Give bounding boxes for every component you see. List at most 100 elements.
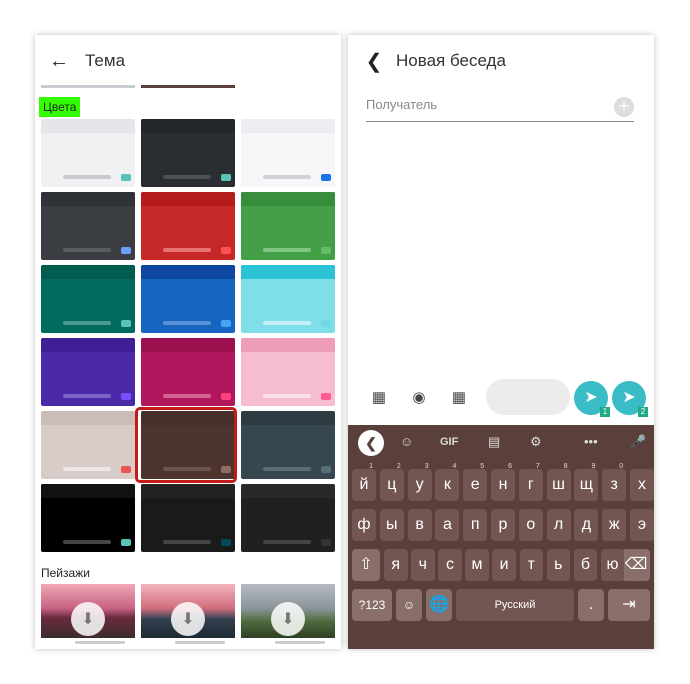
theme-color-tile[interactable] [41, 484, 135, 552]
tile-header [141, 119, 235, 133]
key-letter[interactable]: ц2 [379, 463, 404, 501]
key-letter[interactable]: э [630, 509, 654, 541]
tile-action-key [321, 174, 331, 181]
enter-key[interactable]: ⇥ [608, 589, 650, 621]
back-arrow-icon[interactable]: ← [49, 50, 69, 72]
theme-color-tile[interactable] [241, 265, 335, 333]
download-icon[interactable]: ⬇ [171, 602, 205, 636]
key-letter[interactable]: ь [546, 549, 571, 581]
key-letter[interactable]: б [573, 549, 598, 581]
keyboard-row-2: фывапролджэ [348, 509, 654, 543]
key-letter[interactable]: ы [379, 509, 404, 541]
tile-space-bar [263, 321, 311, 325]
theme-color-tile[interactable] [41, 411, 135, 479]
tile-action-key [121, 247, 131, 254]
key-letter[interactable]: т [519, 549, 543, 581]
recipient-field[interactable]: Получатель + [366, 97, 634, 122]
download-icon[interactable]: ⬇ [271, 602, 305, 636]
key-letter[interactable]: з0 [602, 463, 627, 501]
back-chevron-icon[interactable]: ❮ [364, 51, 384, 73]
section-colors-label: Цвета [39, 97, 81, 117]
theme-color-tile[interactable] [141, 338, 235, 406]
tile-header [141, 265, 235, 279]
key-letter[interactable]: г7 [518, 463, 543, 501]
landscape-theme-2[interactable]: ⬇ [141, 584, 235, 638]
space-key[interactable]: Русский [456, 589, 574, 621]
key-letter[interactable]: м [465, 549, 489, 581]
key-letter[interactable]: л [546, 509, 571, 541]
theme-color-tile[interactable] [141, 192, 235, 260]
symbols-key[interactable]: ?123 [352, 589, 392, 621]
period-key[interactable]: . [578, 589, 604, 621]
key-letter[interactable]: щ9 [574, 463, 599, 501]
scroll-hint [175, 641, 225, 644]
key-letter[interactable]: п [463, 509, 488, 541]
key-letter[interactable]: в [407, 509, 432, 541]
key-letter[interactable]: с [438, 549, 462, 581]
theme-color-tile[interactable] [141, 484, 235, 552]
key-letter[interactable]: а [435, 509, 460, 541]
key-letter[interactable]: ш8 [546, 463, 571, 501]
backspace-key[interactable]: ⌫ [622, 549, 650, 581]
theme-color-tile[interactable] [241, 411, 335, 479]
key-letter[interactable]: ю [600, 549, 625, 581]
landscape-theme-1[interactable]: ⬇ [41, 584, 135, 638]
key-letter[interactable]: к4 [435, 463, 460, 501]
key-letter[interactable]: х [630, 469, 654, 501]
shift-key[interactable]: ⇧ [352, 549, 380, 581]
tile-header [241, 411, 335, 425]
download-icon[interactable]: ⬇ [71, 602, 105, 636]
clipboard-icon[interactable]: ▤ [488, 434, 500, 450]
key-letter[interactable]: и [492, 549, 516, 581]
sticker-icon[interactable]: ☺ [400, 434, 413, 449]
theme-color-tile[interactable] [41, 192, 135, 260]
theme-color-tile[interactable] [41, 119, 135, 187]
tile-action-key [121, 320, 131, 327]
gif-button[interactable]: GIF [440, 436, 458, 448]
tile-space-bar [63, 321, 111, 325]
send-sim2-button[interactable]: ➤ 2 [612, 381, 648, 417]
gallery-icon[interactable]: ▦ [370, 389, 388, 407]
keyboard-row-3: ⇧ ⌫ ячсмитьбю [348, 549, 654, 583]
key-letter[interactable]: ж [602, 509, 627, 541]
key-letter[interactable]: е5 [463, 463, 488, 501]
tile-action-key [221, 247, 231, 254]
theme-color-tile[interactable] [241, 192, 335, 260]
tile-header [41, 192, 135, 206]
theme-color-tile[interactable] [141, 119, 235, 187]
tile-space-bar [63, 248, 111, 252]
theme-color-tile[interactable] [41, 338, 135, 406]
key-letter[interactable]: й1 [352, 463, 376, 501]
tile-space-bar [63, 467, 111, 471]
emoji-key[interactable]: ☺ [396, 589, 422, 621]
send-sim1-button[interactable]: ➤ 1 [574, 381, 610, 417]
apps-grid-icon[interactable]: ▦ [450, 389, 468, 407]
camera-icon[interactable]: ◉ [410, 389, 428, 407]
landscape-theme-3[interactable]: ⬇ [241, 584, 335, 638]
key-letter[interactable]: о [518, 509, 543, 541]
language-globe-icon[interactable]: 🌐 [426, 589, 452, 621]
collapse-toolbar-icon[interactable]: ❮ [358, 430, 384, 456]
theme-color-tile[interactable] [241, 119, 335, 187]
key-letter[interactable]: р [491, 509, 515, 541]
key-number-hint: 5 [480, 463, 485, 470]
theme-color-tile[interactable] [41, 265, 135, 333]
key-letter[interactable]: я [384, 549, 408, 581]
theme-color-tile[interactable] [241, 338, 335, 406]
conversation-header: ❮ Новая беседа [348, 35, 654, 87]
key-letter[interactable]: у3 [407, 463, 432, 501]
more-icon[interactable]: ••• [584, 434, 598, 449]
key-number-hint: 8 [563, 463, 568, 470]
add-recipient-icon[interactable]: + [614, 97, 634, 117]
key-letter[interactable]: ч [411, 549, 435, 581]
theme-color-tile[interactable] [241, 484, 335, 552]
theme-color-tile[interactable] [141, 265, 235, 333]
section-landscapes-label: Пейзажи [41, 566, 90, 580]
microphone-icon[interactable]: 🎤 [630, 434, 646, 450]
key-letter[interactable]: д [574, 509, 599, 541]
message-input[interactable] [486, 379, 570, 415]
key-letter[interactable]: ф [352, 509, 376, 541]
scrolled-tile-edge [41, 85, 135, 88]
settings-gear-icon[interactable]: ⚙ [530, 434, 542, 450]
key-letter[interactable]: н6 [491, 463, 515, 501]
